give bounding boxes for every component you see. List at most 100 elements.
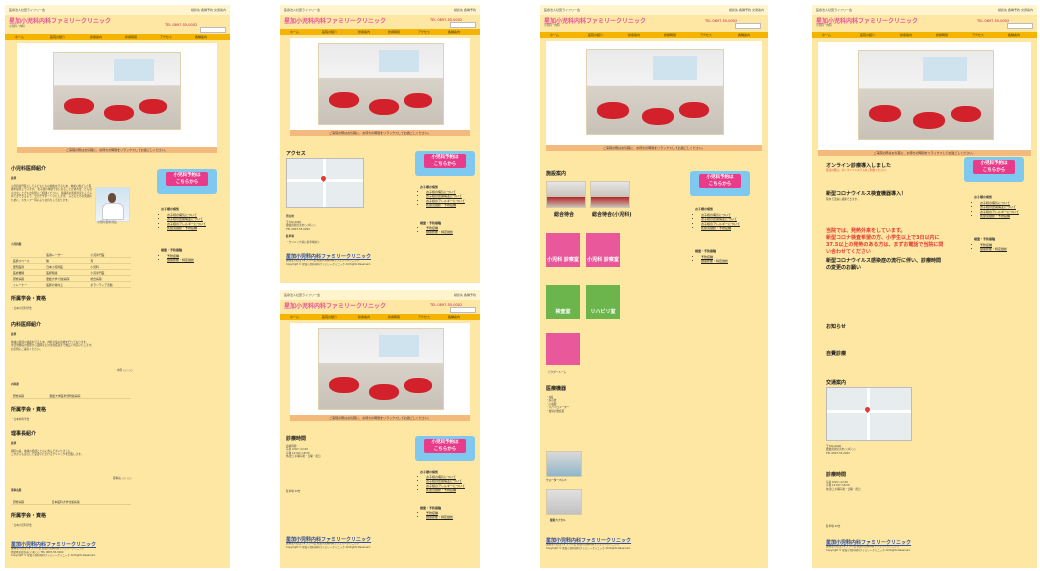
nav-info[interactable]: 各種案内 bbox=[195, 35, 207, 39]
sidebar-list[interactable]: 予防接種健康診断・特定健診 bbox=[420, 511, 453, 520]
top-links[interactable]: 検診先 各種予約 bbox=[454, 8, 476, 12]
nav-guide[interactable]: 診療案内 bbox=[90, 35, 102, 39]
nav-access[interactable]: アクセス bbox=[418, 30, 430, 34]
hero-area bbox=[818, 42, 1031, 150]
search-input[interactable] bbox=[450, 307, 476, 313]
top-links[interactable]: 検診先 各種予約 交通案内 bbox=[191, 8, 226, 12]
nav-home[interactable]: ホーム bbox=[822, 33, 831, 37]
nav-hours[interactable]: 診療時間 bbox=[388, 315, 400, 319]
sidebar-list[interactable]: お子様の病気についてお子様の皮膚病変についてお子様のアレルギーについて乳幼児健診… bbox=[420, 475, 465, 492]
nav-guide[interactable]: 診療案内 bbox=[628, 33, 640, 37]
exam-room-sign-icon: 小児科 診察室 bbox=[546, 233, 580, 267]
tel-text[interactable]: TEL 0897-55-0002 bbox=[977, 19, 1009, 23]
nav-home[interactable]: ホーム bbox=[15, 35, 24, 39]
sidebar-list[interactable]: お子様の病気についてお子様の皮膚病変についてお子様のアレルギーについて乳幼児健診… bbox=[974, 201, 1019, 218]
nav-access[interactable]: アクセス bbox=[972, 33, 984, 37]
nav-home[interactable]: ホーム bbox=[290, 30, 299, 34]
section-title: 所属学会・資格 bbox=[11, 296, 47, 302]
sidebar-list[interactable]: 予防接種健康診断・特定健診 bbox=[974, 243, 1007, 252]
section-title: 理事長紹介 bbox=[11, 431, 37, 437]
waiting-room-photo bbox=[53, 52, 181, 130]
top-links[interactable]: 検診先 各種予約 bbox=[454, 293, 476, 297]
nav-about[interactable]: 医院の紹介 bbox=[322, 30, 337, 34]
clinic-logo[interactable]: 星加小児科内科ファミリークリニック bbox=[284, 301, 386, 310]
sidebar-list[interactable]: 予防接種健康診断・特定健診 bbox=[161, 254, 194, 263]
clinic-logo[interactable]: 星加小児科内科ファミリークリニック bbox=[9, 16, 111, 25]
search-input[interactable] bbox=[1007, 23, 1033, 29]
nav-guide[interactable]: 診療案内 bbox=[358, 30, 370, 34]
reservation-banner[interactable]: 小児科予約は こちらから bbox=[964, 157, 1024, 182]
sidebar-list[interactable]: 予防接種健康診断・特定健診 bbox=[420, 226, 453, 235]
nav-hours[interactable]: 診療時間 bbox=[664, 33, 676, 37]
global-nav: ホーム 医院の紹介 診療案内 診療時間 アクセス 各種案内 bbox=[5, 34, 230, 40]
nav-hours[interactable]: 診療時間 bbox=[125, 35, 137, 39]
page-panel-top: 医療法人社団ライフリー会 検診先 各種予約 交通案内 星加小児科内科ファミリーク… bbox=[812, 5, 1037, 568]
nav-about[interactable]: 医院の紹介 bbox=[50, 35, 65, 39]
rehab-sign-icon: リハビリ室 bbox=[586, 285, 620, 319]
area-text: 小児科・内科 bbox=[9, 25, 25, 28]
nav-guide[interactable]: 診療案内 bbox=[358, 315, 370, 319]
doctor-photo bbox=[95, 187, 130, 222]
signature: 理事長 ○○ ○○ bbox=[113, 477, 132, 480]
subheading: 所在地 bbox=[286, 215, 294, 218]
page-panel-doctor-intro: 医療法人社団ライフリー会 検診先 各種予約 交通案内 星加小児科内科ファミリーク… bbox=[5, 5, 230, 568]
reservation-banner[interactable]: 小児科予約は こちらから bbox=[157, 169, 217, 194]
nav-hours[interactable]: 診療時間 bbox=[388, 30, 400, 34]
sidebar-list[interactable]: 予防接種健康診断・特定健診 bbox=[695, 255, 728, 264]
clinic-logo[interactable]: 星加小児科内科ファミリークリニック bbox=[284, 16, 386, 25]
signature: 内科 ○○ ○○ bbox=[117, 369, 133, 372]
section-title-hours: 診療時間 bbox=[286, 436, 307, 442]
top-bar: 医療法人社団ライフリー会 検診先 各種予約 交通案内 bbox=[5, 5, 230, 15]
sidebar-heading: 検査・予防接種 bbox=[420, 506, 442, 510]
access-map[interactable] bbox=[826, 387, 912, 441]
nav-info[interactable]: 各種案内 bbox=[1008, 33, 1020, 37]
subheading: 小児科歴 bbox=[11, 243, 22, 246]
news-title-covid-test: 新型コロナウイルス検査機器導入！ bbox=[826, 191, 907, 197]
news-text: 受診の際は、オンラインシステムをご利用ください。 bbox=[826, 169, 889, 172]
subheading: 駐車場 bbox=[286, 235, 294, 238]
parking-text: 駐車場 20台 bbox=[286, 490, 301, 493]
footer: ページのトップへ戻る 星加小児科内科ファミリークリニック 医療法人社団ライフリー… bbox=[826, 539, 912, 552]
powder-room-sign-icon bbox=[546, 333, 580, 365]
sidebar-list[interactable]: お子様の病気についてお子様の皮膚病変についてお子様のアレルギーについて乳幼児健診… bbox=[420, 190, 465, 207]
news-text: 院内で迅速に検査できます。 bbox=[826, 198, 860, 201]
waiting-room-photo bbox=[586, 49, 724, 135]
nav-about[interactable]: 医院の紹介 bbox=[588, 33, 603, 37]
tel-text[interactable]: TEL 0897-55-0002 bbox=[165, 23, 197, 27]
nav-home[interactable]: ホーム bbox=[550, 33, 559, 37]
nav-info[interactable]: 各種案内 bbox=[738, 33, 750, 37]
nav-about[interactable]: 医院の紹介 bbox=[322, 315, 337, 319]
nav-access[interactable]: アクセス bbox=[160, 35, 172, 39]
page-panel-facility: 医療法人社団ライフリー会 検診先 各種予約 交通案内 星加小児科内科ファミリーク… bbox=[540, 5, 768, 568]
qual-text: ・日本小児科学会 bbox=[11, 524, 32, 527]
access-map[interactable] bbox=[286, 158, 364, 208]
reservation-banner[interactable]: 小児科予約は こちらから bbox=[415, 151, 475, 176]
hours-text: 診療時間 午前 9:00〜12:00 午後 14:00〜18:00 休診日 木曜午後・… bbox=[286, 445, 321, 459]
waiting-room-photo bbox=[858, 50, 994, 140]
facility-label: 総合待合(小児科) bbox=[592, 212, 632, 218]
sidebar-list[interactable]: お子様の病気についてお子様の皮膚病変についてお子様のアレルギーについて乳幼児健診… bbox=[695, 213, 740, 230]
nav-hours[interactable]: 診療時間 bbox=[936, 33, 948, 37]
nav-home[interactable]: ホーム bbox=[290, 315, 299, 319]
greeting-text: 開院以来、地域の皆様とともに歩んでまいりました。 これからも安心して受診いただける… bbox=[11, 450, 84, 457]
top-links[interactable]: 検診先 各種予約 交通案内 bbox=[729, 8, 764, 12]
top-links[interactable]: 検診先 各種予約 交通案内 bbox=[998, 8, 1033, 12]
nav-about[interactable]: 医院の紹介 bbox=[860, 33, 875, 37]
reservation-banner[interactable]: 小児科予約は こちらから bbox=[690, 171, 750, 196]
hero-note: ご来院の際はお気軽に、お待ちの時間をリラックスしてお過ごしください。 bbox=[546, 145, 762, 151]
subheading: 挨拶 bbox=[11, 442, 17, 445]
nav-access[interactable]: アクセス bbox=[700, 33, 712, 37]
tel-text[interactable]: TEL 0897-55-0002 bbox=[705, 19, 737, 23]
sidebar-list[interactable]: お子様の病気についてお子様の皮膚病変についてお子様のアレルギーについて乳幼児健診… bbox=[161, 213, 206, 230]
nav-guide[interactable]: 診療案内 bbox=[900, 33, 912, 37]
reservation-banner[interactable]: 小児科予約は こちらから bbox=[415, 436, 475, 461]
nav-info[interactable]: 各種案内 bbox=[448, 315, 460, 319]
sidebar-heading: お子様の病気 bbox=[420, 185, 439, 189]
search-input[interactable] bbox=[450, 22, 476, 28]
search-input[interactable] bbox=[735, 23, 761, 29]
nav-info[interactable]: 各種案内 bbox=[448, 30, 460, 34]
oxygen-capsule-photo bbox=[546, 489, 582, 515]
search-input[interactable] bbox=[200, 27, 226, 33]
nav-access[interactable]: アクセス bbox=[418, 315, 430, 319]
address-text: 〒792-0000 愛媛県新居浜市○○町○○ TEL 0897-55-0002 bbox=[286, 221, 316, 231]
